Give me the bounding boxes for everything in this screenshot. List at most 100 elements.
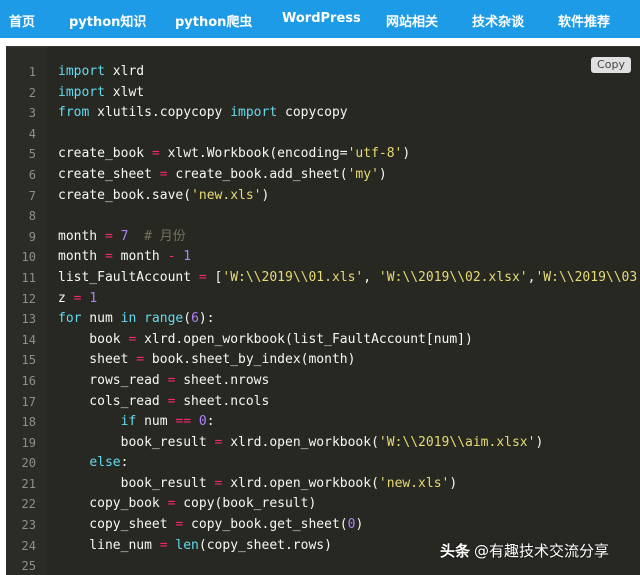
line-number: 15 bbox=[21, 353, 36, 368]
watermark-brand: 头条 bbox=[440, 542, 471, 560]
line-number: 8 bbox=[28, 209, 36, 224]
code-text: sheet = book.sheet_by_index(month) bbox=[58, 350, 355, 371]
code-token: 'W:\\2019\\01.xls' bbox=[222, 269, 364, 285]
watermark: 头条 @有趣技术交流分享 bbox=[440, 540, 609, 561]
code-text: import xlrd bbox=[58, 62, 144, 83]
nav-item-python-knowledge[interactable]: python知识 bbox=[69, 11, 146, 30]
code-token: 'W:\\2019\\aim.xlsx' bbox=[378, 434, 536, 450]
line-number: 12 bbox=[21, 291, 36, 306]
code-token: 1 bbox=[89, 290, 98, 306]
code-token: copy_sheet bbox=[58, 517, 176, 533]
code-token: ) bbox=[535, 434, 544, 450]
code-text: book_result = xlrd.open_workbook('new.xl… bbox=[58, 474, 458, 495]
line-number: 9 bbox=[28, 229, 36, 244]
code-token: ) bbox=[261, 187, 270, 203]
code-token: xlrd.open_workbook( bbox=[222, 434, 379, 450]
line-number: 11 bbox=[21, 270, 36, 285]
code-token: = bbox=[104, 249, 113, 265]
code-text: z = 1 bbox=[58, 289, 97, 310]
code-token: 0 bbox=[198, 414, 207, 430]
code-token: create_sheet bbox=[58, 166, 160, 182]
code-token: ): bbox=[198, 311, 215, 327]
nav-item-website[interactable]: 网站相关 bbox=[386, 11, 438, 30]
code-token: 'W:\\2019\\03.x bbox=[535, 269, 640, 285]
line-number: 25 bbox=[21, 559, 36, 574]
code-text: month = month - 1 bbox=[58, 247, 191, 268]
code-token: xlutils.copycopy bbox=[89, 105, 231, 121]
code-token: == bbox=[175, 414, 192, 430]
code-token: : bbox=[206, 414, 215, 430]
code-token: range bbox=[144, 311, 184, 327]
code-token: len bbox=[175, 537, 199, 553]
code-token: if bbox=[120, 414, 137, 430]
code-token: 'my' bbox=[347, 166, 379, 182]
code-token: cols_read bbox=[58, 393, 168, 409]
code-token: xlrd.open_workbook( bbox=[222, 475, 379, 491]
code-text: from xlutils.copycopy import copycopy bbox=[58, 103, 348, 124]
code-token: else bbox=[89, 455, 121, 471]
nav-item-software[interactable]: 软件推荐 bbox=[558, 11, 610, 30]
code-token: = bbox=[104, 228, 113, 244]
code-token: book.sheet_by_index(month) bbox=[144, 352, 356, 368]
line-number: 24 bbox=[21, 538, 36, 553]
code-token: 'new.xls' bbox=[191, 187, 262, 203]
code-token: month bbox=[112, 249, 168, 265]
code-token: copy_book bbox=[58, 496, 168, 512]
code-token: copycopy bbox=[277, 105, 348, 121]
line-number: 21 bbox=[21, 476, 36, 491]
code-token: list_FaultAccount bbox=[58, 269, 199, 285]
code-text: else: bbox=[58, 453, 128, 474]
code-token: [ bbox=[206, 269, 223, 285]
line-number: 3 bbox=[28, 106, 36, 121]
code-text: book_result = xlrd.open_workbook('W:\\20… bbox=[58, 433, 544, 454]
line-number: 10 bbox=[21, 250, 36, 265]
line-number: 22 bbox=[21, 497, 36, 512]
code-token: num bbox=[136, 414, 176, 430]
line-number: 7 bbox=[28, 188, 36, 203]
code-text: import xlwt bbox=[58, 83, 144, 104]
code-text: month = 7 # 月份 bbox=[58, 227, 186, 248]
nav-item-wordpress[interactable]: WordPress bbox=[282, 11, 361, 26]
line-number: 4 bbox=[28, 126, 36, 141]
code-token: xlwt.Workbook(encoding= bbox=[159, 146, 348, 162]
line-number: 13 bbox=[21, 312, 36, 327]
line-number: 20 bbox=[21, 456, 36, 471]
code-text: for num in range(6): bbox=[58, 309, 215, 330]
code-token: book_result bbox=[58, 475, 215, 491]
line-number: 19 bbox=[21, 435, 36, 450]
code-token: rows_read bbox=[58, 372, 168, 388]
code-text: create_book.save('new.xls') bbox=[58, 186, 269, 207]
code-text: cols_read = sheet.ncols bbox=[58, 392, 269, 413]
code-token: = bbox=[198, 269, 207, 285]
code-token: = bbox=[151, 146, 160, 162]
code-token: 'new.xls' bbox=[378, 475, 450, 491]
nav-item-tech-misc[interactable]: 技术杂谈 bbox=[472, 11, 524, 30]
line-number: 5 bbox=[28, 147, 36, 162]
code-token: 'utf-8' bbox=[347, 146, 403, 162]
line-number: 17 bbox=[21, 394, 36, 409]
code-token: : bbox=[120, 455, 129, 471]
code-token: book bbox=[58, 331, 129, 347]
nav-item-python-crawler[interactable]: python爬虫 bbox=[175, 11, 252, 30]
code-token: ) bbox=[355, 517, 364, 533]
line-number: 23 bbox=[21, 518, 36, 533]
code-token: z bbox=[58, 290, 74, 306]
code-token: import bbox=[58, 84, 105, 100]
code-token: ) bbox=[402, 146, 411, 162]
line-number: 2 bbox=[28, 85, 36, 100]
code-text: if num == 0: bbox=[58, 412, 215, 433]
code-token: month bbox=[58, 228, 105, 244]
code-token: create_book bbox=[58, 146, 152, 162]
nav-item-home[interactable]: 首页 bbox=[9, 11, 35, 30]
code-token: # 月份 bbox=[128, 228, 186, 244]
code-token: num bbox=[81, 311, 121, 327]
nav-spacer bbox=[0, 38, 640, 46]
code-token: import bbox=[230, 105, 278, 121]
code-token: xlrd bbox=[104, 64, 145, 79]
code-token: xlrd.open_workbook(list_FaultAccount[num… bbox=[136, 331, 473, 347]
copy-button[interactable]: Copy bbox=[591, 57, 631, 73]
code-token: = bbox=[159, 537, 168, 553]
